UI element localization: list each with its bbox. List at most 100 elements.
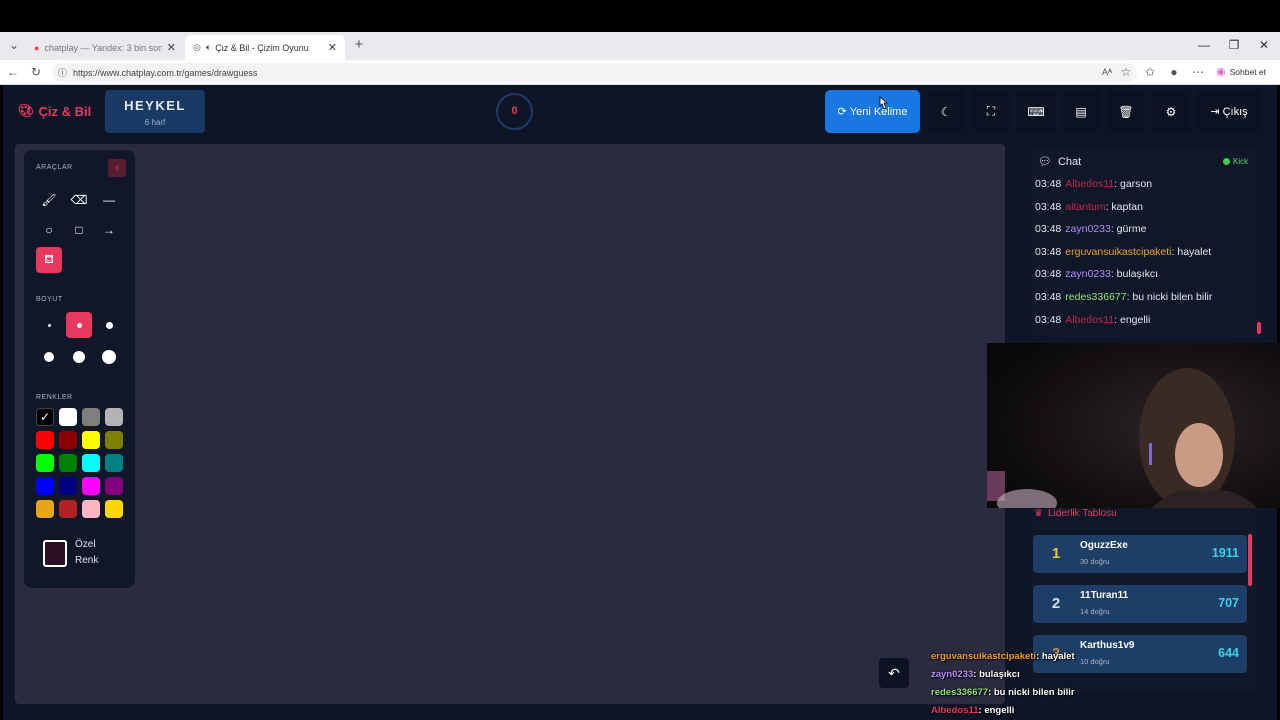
copilot-button[interactable]: ◉ Sohbet et: [1216, 65, 1266, 78]
dot-icon: [47, 323, 51, 327]
size-option-3[interactable]: [96, 312, 122, 338]
chat-time: 03:48: [1035, 268, 1062, 281]
line-tool[interactable]: —: [96, 187, 122, 213]
speaker-icon[interactable]: 🔈︎: [206, 42, 211, 53]
minimize-icon[interactable]: —: [1194, 36, 1214, 54]
tab-cizbil[interactable]: ◎ 🔈︎ Çiz & Bil - Çizim Oyunu ✕: [185, 35, 345, 60]
rectangle-tool[interactable]: □: [66, 217, 92, 243]
color-swatch[interactable]: [105, 431, 123, 449]
chat-user[interactable]: erguvansuikastcipaketi: [1065, 246, 1171, 258]
custom-color-button[interactable]: [43, 540, 67, 567]
fullscreen-button[interactable]: ⛶: [972, 90, 1010, 133]
profile-avatar[interactable]: ●: [1166, 64, 1182, 80]
color-swatch[interactable]: [82, 454, 100, 472]
keyboard-button[interactable]: ⌨: [1017, 90, 1055, 133]
tab-yandex[interactable]: ● chatplay — Yandex: 3 bin sonuç bu... ✕: [26, 35, 184, 60]
gear-icon: ⚙: [1165, 104, 1177, 119]
color-swatch[interactable]: [82, 500, 100, 518]
color-swatch[interactable]: [82, 408, 100, 426]
collapse-tools-button[interactable]: ‹: [108, 159, 126, 177]
chat-user[interactable]: altantum: [1065, 201, 1105, 213]
overlay-user: Albedos11: [931, 705, 979, 716]
arrow-tool[interactable]: →: [96, 217, 122, 243]
circle-tool[interactable]: ○: [36, 217, 62, 243]
logout-button[interactable]: ⇥ Çıkış: [1197, 90, 1261, 133]
word-card: HEYKEL 6 harf: [105, 90, 205, 133]
menu-icon[interactable]: ⋯: [1190, 64, 1206, 80]
color-swatch[interactable]: ✓: [36, 408, 54, 426]
chat-title: Chat: [1057, 155, 1082, 168]
size-option-6[interactable]: [96, 344, 122, 370]
undo-button[interactable]: ↶: [879, 658, 909, 688]
chat-user[interactable]: redes336677: [1065, 291, 1126, 303]
color-swatch[interactable]: [59, 408, 77, 426]
dark-mode-button[interactable]: ☾: [927, 90, 965, 133]
settings-button[interactable]: ⚙: [1152, 90, 1190, 133]
size-option-1[interactable]: [36, 312, 62, 338]
close-window-icon[interactable]: ✕: [1254, 36, 1274, 54]
overlay-user: zayn0233: [931, 669, 974, 680]
maximize-icon[interactable]: ❐: [1224, 36, 1244, 54]
archive-button[interactable]: ▤: [1062, 90, 1100, 133]
overlay-user: erguvansuikastcipaketi: [931, 651, 1037, 662]
overlay-text: : hayalet: [1036, 651, 1075, 662]
overlay-message: erguvansuikastcipaketi: hayalet: [931, 651, 1075, 662]
mouse-cursor: [878, 96, 889, 110]
chat-user[interactable]: Albedos11: [1065, 314, 1114, 326]
eraser-tool[interactable]: ⌫: [66, 187, 92, 213]
color-swatch[interactable]: [59, 477, 77, 495]
url-field[interactable]: ⓘ https://www.chatplay.com.tr/games/draw…: [52, 63, 1137, 82]
chat-user[interactable]: zayn0233: [1065, 223, 1111, 235]
color-swatch[interactable]: [82, 431, 100, 449]
size-option-2[interactable]: [66, 312, 92, 338]
back-icon[interactable]: ←: [5, 64, 21, 80]
color-swatch[interactable]: [105, 500, 123, 518]
color-swatch[interactable]: [36, 431, 54, 449]
close-icon[interactable]: ✕: [328, 41, 337, 54]
leaderboard-entry: 1 OguzzExe 30 doğru 1911: [1033, 535, 1247, 573]
logout-label: Çıkış: [1222, 105, 1248, 118]
site-info-icon[interactable]: ⓘ: [58, 66, 67, 79]
chat-scrollbar[interactable]: [1257, 322, 1261, 334]
brush-tool[interactable]: 🖌︎: [36, 187, 62, 213]
color-swatch[interactable]: [82, 477, 100, 495]
copilot-icon: ◉: [1216, 66, 1226, 78]
leaderboard-scrollbar[interactable]: [1248, 534, 1252, 586]
chat-panel: [1026, 148, 1262, 338]
favorite-icon[interactable]: ☆: [1118, 64, 1134, 80]
new-tab-icon[interactable]: +: [351, 37, 367, 53]
close-icon[interactable]: ✕: [167, 41, 176, 54]
tab-label: Çiz & Bil - Çizim Oyunu: [215, 42, 309, 53]
size-option-4[interactable]: [36, 344, 62, 370]
color-swatch[interactable]: [59, 500, 77, 518]
chat-message: 03:48 Albedos11: garson: [1035, 178, 1152, 190]
moon-icon: ☾: [940, 104, 952, 119]
color-swatch[interactable]: [105, 454, 123, 472]
reload-icon[interactable]: ↻: [28, 64, 44, 80]
webcam-image: [987, 343, 1280, 508]
app-logo[interactable]: 🎨︎ Çiz & Bil: [18, 103, 91, 119]
chat-user[interactable]: zayn0233: [1065, 268, 1111, 280]
new-word-button[interactable]: ⟳ Yeni Kelime: [825, 90, 920, 133]
address-bar: ← ↻ ⓘ https://www.chatplay.com.tr/games/…: [0, 60, 1280, 85]
read-aloud-icon[interactable]: Aᴬ: [1099, 64, 1115, 80]
color-swatch[interactable]: [59, 454, 77, 472]
overlay-text: : bu nicki bilen bilir: [988, 687, 1075, 698]
overlay-text: : bulaşıkcı: [973, 669, 1020, 680]
fill-tool[interactable]: ⛾: [36, 247, 62, 273]
check-icon: ✓: [39, 410, 51, 424]
clear-button[interactable]: 🗑︎: [1107, 90, 1145, 133]
color-swatch[interactable]: [36, 454, 54, 472]
chat-icon: 💬︎: [1038, 156, 1052, 168]
chat-user[interactable]: Albedos11: [1065, 178, 1114, 190]
drawing-canvas[interactable]: [15, 144, 1005, 704]
color-swatch[interactable]: [105, 477, 123, 495]
chat-time: 03:48: [1035, 178, 1062, 190]
color-swatch[interactable]: [36, 500, 54, 518]
size-option-5[interactable]: [66, 344, 92, 370]
favorites-icon[interactable]: ✩: [1142, 64, 1158, 80]
color-swatch[interactable]: [59, 431, 77, 449]
color-swatch[interactable]: [36, 477, 54, 495]
tab-list-icon[interactable]: ⌄: [6, 37, 22, 53]
color-swatch[interactable]: [105, 408, 123, 426]
